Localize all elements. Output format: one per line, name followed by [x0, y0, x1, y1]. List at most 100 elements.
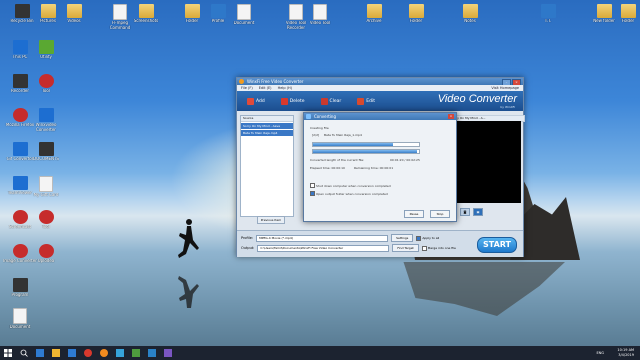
- window-title: WinxFi Free Video Converter: [247, 79, 304, 84]
- app-icon: [540, 4, 556, 18]
- desktop-icon-label: Screenshots: [133, 19, 159, 23]
- clear-label: Clear: [329, 98, 342, 104]
- profile-select[interactable]: MPEG-4 Movie (*.mp4): [256, 234, 389, 242]
- previous-item-button[interactable]: Previous Item: [257, 216, 285, 224]
- converted-length-value: 00:01:20 / 00:02:25: [390, 158, 420, 162]
- desktop-icon-label: T.T.: [544, 19, 552, 23]
- file-progress-bar: [312, 142, 420, 147]
- remaining-time: Remaining time: 00:00:01: [354, 166, 394, 170]
- desktop-icon-label: Notes: [464, 19, 476, 23]
- app-icon: [38, 74, 54, 88]
- dialog-titlebar[interactable]: Converting ×: [304, 113, 456, 120]
- list-item[interactable]: Sorry On My Mind - Aave: [241, 123, 293, 129]
- desktop-icon[interactable]: Utility: [28, 38, 64, 72]
- folder-icon: [462, 4, 478, 18]
- firefox-icon[interactable]: [100, 349, 108, 357]
- desktop-icon[interactable]: My Gift Card: [28, 174, 64, 208]
- app-icon: [210, 4, 226, 18]
- converter-taskbar-icon[interactable]: [148, 349, 156, 357]
- open-folder-checkbox[interactable]: Open output folder when conversion compl…: [310, 191, 388, 196]
- desktop-icon[interactable]: Tool: [28, 72, 64, 106]
- desktop-icon[interactable]: Document: [226, 2, 262, 36]
- desktop-icon[interactable]: Notes: [452, 2, 488, 36]
- desktop-icon-label: Tool: [42, 225, 50, 229]
- file-name: Bate Tu Mein Raja_1.mp4: [324, 133, 362, 137]
- folder-icon: [408, 4, 424, 18]
- output-path-field[interactable]: C:\Users\Tamil\Documents\WinxFi Free Vid…: [257, 244, 390, 252]
- delete-button[interactable]: Delete: [275, 97, 311, 105]
- folder-icon: [40, 4, 56, 18]
- desktop-icon[interactable]: Screenshots: [128, 2, 164, 36]
- app-icon[interactable]: [132, 349, 140, 357]
- converting-dialog[interactable]: Converting × Creating File [2/2] Bate Tu…: [303, 112, 457, 222]
- search-icon[interactable]: [20, 349, 28, 357]
- add-icon: [247, 97, 254, 105]
- desktop-icon[interactable]: Archive: [356, 2, 392, 36]
- app-icon[interactable]: [164, 349, 172, 357]
- window-titlebar[interactable]: WinxFi Free Video Converter – ×: [237, 78, 523, 86]
- app-icon: [12, 108, 28, 122]
- list-item[interactable]: Bate Tu Mein Raja.mp4: [241, 130, 293, 136]
- desktop-icon[interactable]: Folder: [398, 2, 434, 36]
- desktop-icon[interactable]: Uplodea: [28, 242, 64, 276]
- total-progress-bar: [312, 149, 420, 154]
- desktop-icon[interactable]: Document: [2, 306, 38, 340]
- app-icon: [12, 278, 28, 292]
- apply-all-checkbox[interactable]: Apply to all: [416, 235, 439, 241]
- document-icon: [289, 4, 303, 20]
- edge-icon[interactable]: [68, 349, 76, 357]
- profile-label: Profile:: [241, 236, 254, 240]
- desktop-icon[interactable]: Videos: [56, 2, 92, 36]
- app-icon: [38, 210, 54, 224]
- app-icon: [12, 142, 28, 156]
- folder-icon[interactable]: ▣: [473, 208, 483, 216]
- clear-button[interactable]: Clear: [315, 97, 348, 105]
- dialog-close-button[interactable]: ×: [448, 114, 454, 119]
- merge-label: Merge into one file: [427, 246, 456, 250]
- source-list[interactable]: Source Sorry On My Mind - Aave Bate Tu M…: [240, 115, 294, 217]
- chrome-icon[interactable]: [84, 349, 92, 357]
- app-icon: [12, 74, 28, 88]
- desktop-icon-label: Tool: [42, 89, 50, 93]
- find-target-button[interactable]: Find Target: [392, 244, 419, 252]
- merge-checkbox[interactable]: Merge into one file: [421, 245, 456, 251]
- file-explorer-icon[interactable]: [52, 349, 60, 357]
- windows-start-icon[interactable]: [4, 349, 12, 357]
- desktop-icon[interactable]: Video Tool: [302, 2, 338, 36]
- desktop-icon-label: Document: [233, 21, 255, 25]
- snapshot-icon[interactable]: ◙: [460, 208, 470, 216]
- document-icon: [13, 308, 27, 324]
- app-icon[interactable]: [116, 349, 124, 357]
- file-index: [2/2]: [312, 133, 320, 137]
- desktop-icon[interactable]: Winxvideo Converter: [28, 106, 64, 140]
- runner-reflection: [178, 276, 199, 308]
- taskbar: 10:19 AM 3/4/2019 ENG: [0, 346, 640, 360]
- edit-button[interactable]: Edit: [351, 97, 381, 105]
- desktop-icon[interactable]: Program: [2, 276, 38, 310]
- add-button[interactable]: Add: [241, 97, 271, 105]
- shutdown-checkbox[interactable]: Shut down computer when conversion compl…: [310, 183, 391, 188]
- pause-button[interactable]: Pause: [404, 210, 424, 218]
- app-icon: [38, 108, 54, 122]
- settings-button[interactable]: Settings: [391, 234, 414, 242]
- language-indicator[interactable]: ENG: [596, 351, 604, 355]
- system-tray[interactable]: 10:19 AM 3/4/2019: [617, 348, 634, 358]
- desktop-icon[interactable]: DOCUMENTS: [28, 140, 64, 174]
- progress-fill: [313, 150, 417, 153]
- brand-title: Video Converter: [437, 93, 517, 105]
- task-view-icon[interactable]: [36, 349, 44, 357]
- document-icon: [237, 4, 251, 20]
- desktop-icon-label: Folder: [621, 19, 635, 23]
- desktop-icon-label: Folder: [409, 19, 423, 23]
- stop-button[interactable]: Stop: [430, 210, 450, 218]
- desktop-icon-label: Document: [9, 325, 31, 329]
- app-icon: [12, 210, 28, 224]
- start-button[interactable]: START: [477, 237, 517, 253]
- desktop-icon[interactable]: Folder: [610, 2, 640, 36]
- desktop-icon[interactable]: T.T.: [530, 2, 566, 36]
- checkbox-box: [310, 183, 315, 188]
- creating-file-label: Creating File: [310, 126, 329, 130]
- desktop-icon-label: Winxvideo Converter: [35, 123, 57, 132]
- desktop-icon[interactable]: Tool: [28, 208, 64, 242]
- folder-icon: [620, 4, 636, 18]
